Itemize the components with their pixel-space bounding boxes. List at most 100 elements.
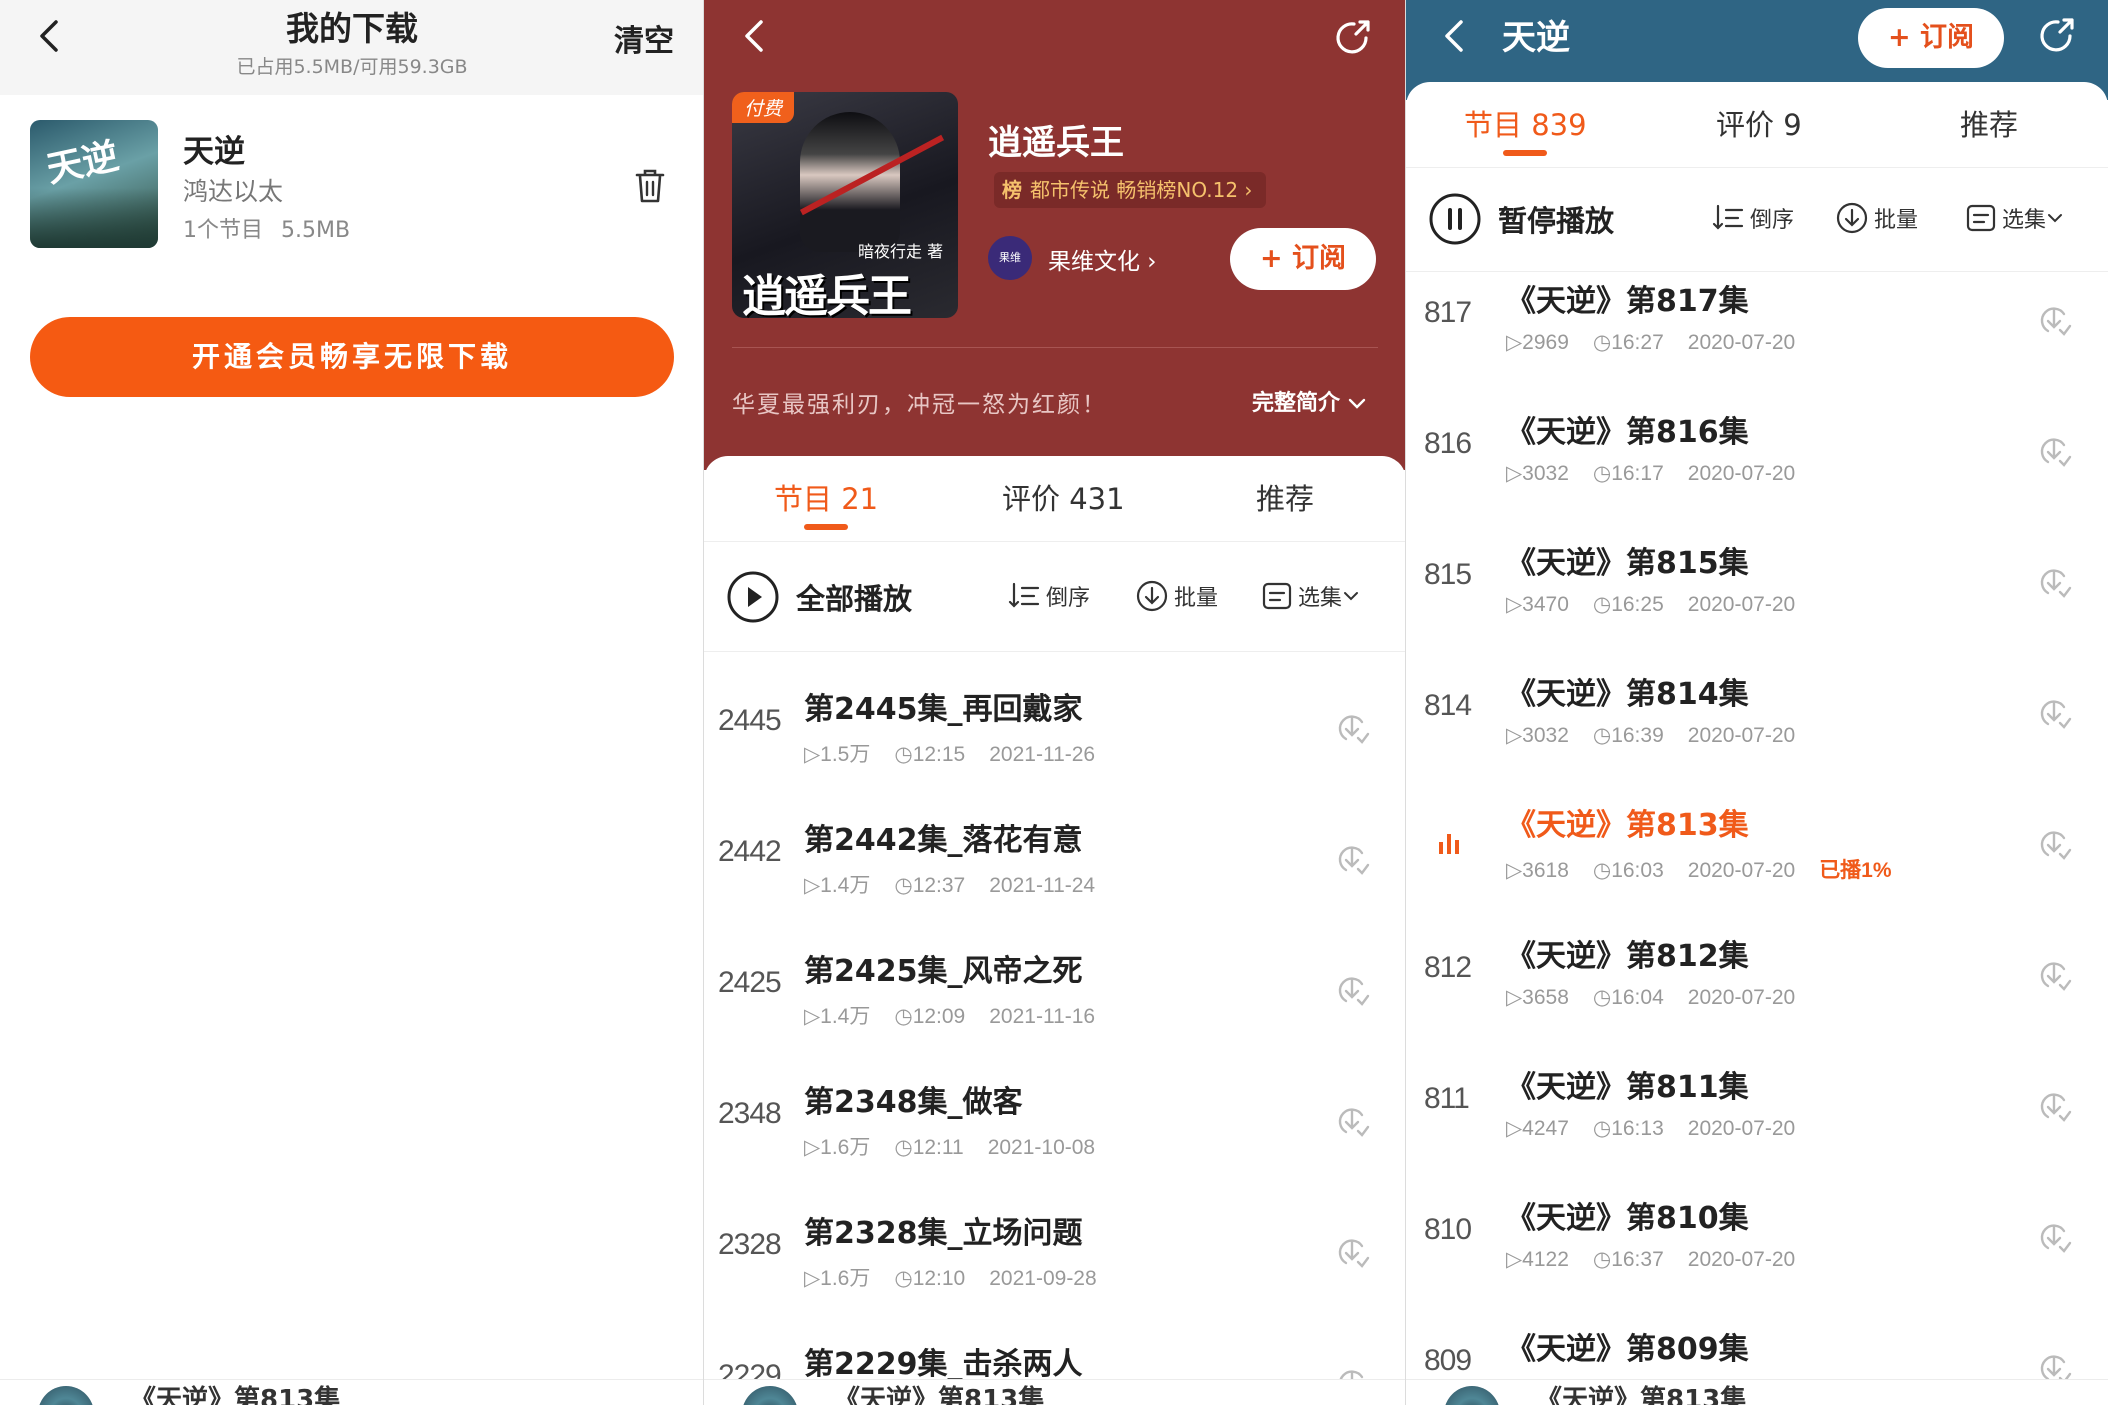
episode-row[interactable]: 2445 第2445集_再回戴家 ▷1.5万 ◷12:15 2021-11-26 [704,664,1406,795]
episode-toolbar: 全部播放 倒序 批量 选集 [704,542,1406,652]
episode-row[interactable]: 817 《天逆》第817集 ▷2969 ◷16:27 2020-07-20 [1406,272,2108,387]
tab-reviews[interactable]: 评价 431 [1002,456,1125,542]
clear-button[interactable]: 清空 [614,16,674,60]
full-intro-toggle[interactable]: 完整简介 [1252,385,1366,417]
play-count: ▷2969 [1506,330,1569,355]
sort-button[interactable]: 倒序 [1008,580,1090,612]
select-episodes-button[interactable]: 选集 [1966,202,2070,234]
episode-title[interactable]: 第2348集_做客 [804,1077,1023,1121]
tab-episodes[interactable]: 节目 21 [774,456,878,542]
play-icon: ▷ [1506,331,1523,354]
download-icon[interactable] [1332,839,1372,879]
mini-player[interactable]: 《天逆》第813集 [704,1379,1406,1405]
download-icon[interactable] [2034,1086,2074,1126]
list-box-icon [1262,582,1292,610]
publish-date: 2021-09-28 [989,1267,1097,1290]
episode-title[interactable]: 第2442集_落花有意 [804,815,1083,859]
trash-icon[interactable] [634,168,666,204]
pause-button[interactable]: 暂停播放 [1498,198,1614,240]
sort-button[interactable]: 倒序 [1712,202,1794,234]
episode-row[interactable]: 815 《天逆》第815集 ▷3470 ◷16:25 2020-07-20 [1406,518,2108,649]
episode-row[interactable]: 814 《天逆》第814集 ▷3032 ◷16:39 2020-07-20 [1406,649,2108,780]
episode-title[interactable]: 《天逆》第813集 [1506,800,1749,844]
episode-title[interactable]: 《天逆》第817集 [1506,276,1749,320]
episode-list: 817 《天逆》第817集 ▷2969 ◷16:27 2020-07-20 816 《天逆》… [1406,272,2108,1405]
tab-recommend-label: 推荐 [1960,108,2019,142]
episode-title[interactable]: 第2445集_再回戴家 [804,684,1083,728]
rank-badge[interactable]: 榜 都市传说 畅销榜NO.12 › [994,172,1267,208]
subscribe-button[interactable]: + 订阅 [1858,8,2004,68]
download-icon[interactable] [2034,300,2074,340]
download-icon[interactable] [2034,562,2074,602]
episode-row[interactable]: 2442 第2442集_落花有意 ▷1.4万 ◷12:37 2021-11-24 [704,795,1406,926]
download-icon[interactable] [1332,970,1372,1010]
batch-download-button[interactable]: 批量 [1836,202,1918,234]
episode-row[interactable]: 812 《天逆》第812集 ▷3658 ◷16:04 2020-07-20 [1406,911,2108,1042]
share-icon[interactable] [1330,16,1374,60]
episode-title[interactable]: 第2425集_风帝之死 [804,946,1083,990]
tab-episodes[interactable]: 节目 839 [1464,82,1587,168]
tab-recommend[interactable]: 推荐 [1960,82,2018,168]
episode-row[interactable]: 《天逆》第813集 ▷3618 ◷16:03 2020-07-20 已播1% [1406,780,2108,911]
tab-underline [804,524,849,530]
play-icon: ▷ [804,743,821,766]
album-cover[interactable]: 天逆 [30,120,158,248]
tab-reviews[interactable]: 评价 9 [1716,82,1802,168]
episode-meta: ▷3032 ◷16:39 2020-07-20 [1506,723,1819,748]
back-arrow-icon[interactable] [1440,18,1468,54]
episode-title[interactable]: 第2229集_击杀两人 [804,1339,1083,1383]
tab-recommend[interactable]: 推荐 [1256,456,1314,542]
album-title[interactable]: 天逆 [183,126,245,171]
episode-title[interactable]: 《天逆》第812集 [1506,931,1749,975]
download-icon[interactable] [2034,1217,2074,1257]
play-count-value: 3032 [1522,724,1569,747]
episode-meta: ▷2969 ◷16:27 2020-07-20 [1506,330,1819,355]
publisher-avatar[interactable]: 果维 [988,236,1032,280]
play-all-button[interactable]: 全部播放 [796,576,912,618]
clock-icon: ◷ [894,1005,913,1028]
clock-icon: ◷ [1592,1248,1612,1271]
play-icon: ▷ [1506,1117,1523,1140]
episode-row[interactable]: 811 《天逆》第811集 ▷4247 ◷16:13 2020-07-20 [1406,1042,2108,1173]
mini-player[interactable]: 《天逆》第813集 [0,1379,704,1405]
select-episodes-button[interactable]: 选集 [1262,580,1366,612]
duration-value: 16:37 [1611,1248,1664,1271]
play-icon: ▷ [804,1136,821,1159]
episode-row[interactable]: 816 《天逆》第816集 ▷3032 ◷16:17 2020-07-20 [1406,387,2108,518]
batch-download-button[interactable]: 批量 [1136,580,1218,612]
download-icon[interactable] [2034,431,2074,471]
album-cover[interactable]: 暗夜行走 著 逍遥兵王 付费 [732,92,958,318]
download-icon[interactable] [2034,824,2074,864]
vip-download-button[interactable]: 开通会员畅享无限下载 [30,317,674,397]
publisher-link[interactable]: 果维文化 › [1048,242,1157,276]
back-arrow-icon[interactable] [740,18,768,54]
publish-date: 2020-07-20 [1687,1117,1796,1140]
download-icon[interactable] [1332,708,1372,748]
episode-row[interactable]: 2425 第2425集_风帝之死 ▷1.4万 ◷12:09 2021-11-16 [704,926,1406,1057]
episode-title[interactable]: 第2328集_立场问题 [804,1208,1083,1252]
download-icon[interactable] [2034,693,2074,733]
download-icon[interactable] [1332,1101,1372,1141]
download-icon[interactable] [2034,955,2074,995]
episode-meta: ▷1.4万 ◷12:37 2021-11-24 [804,869,1119,899]
episode-row[interactable]: 810 《天逆》第810集 ▷4122 ◷16:37 2020-07-20 [1406,1173,2108,1304]
pause-icon[interactable] [1428,192,1482,246]
episode-number: 2348 [718,1097,782,1130]
episode-title[interactable]: 《天逆》第811集 [1506,1062,1749,1106]
share-icon[interactable] [2034,14,2078,58]
episode-title[interactable]: 《天逆》第810集 [1506,1193,1749,1237]
episode-row[interactable]: 2328 第2328集_立场问题 ▷1.6万 ◷12:10 2021-09-28 [704,1188,1406,1319]
play-all-icon[interactable] [726,570,780,624]
episode-row[interactable]: 2348 第2348集_做客 ▷1.6万 ◷12:11 2021-10-08 [704,1057,1406,1188]
played-progress: 已播1% [1819,859,1892,882]
download-icon[interactable] [1332,1232,1372,1272]
episode-title[interactable]: 《天逆》第814集 [1506,669,1749,713]
episode-title[interactable]: 《天逆》第816集 [1506,407,1749,451]
episode-title[interactable]: 《天逆》第809集 [1506,1324,1749,1368]
episode-title[interactable]: 《天逆》第815集 [1506,538,1749,582]
subscribe-button[interactable]: + 订阅 [1230,228,1376,290]
mini-player[interactable]: 《天逆》第813集 [1406,1379,2108,1405]
chevron-down-icon [2048,214,2063,223]
rank-text: 都市传说 畅销榜NO.12 › [1030,178,1253,202]
episode-number: 2442 [718,835,782,868]
